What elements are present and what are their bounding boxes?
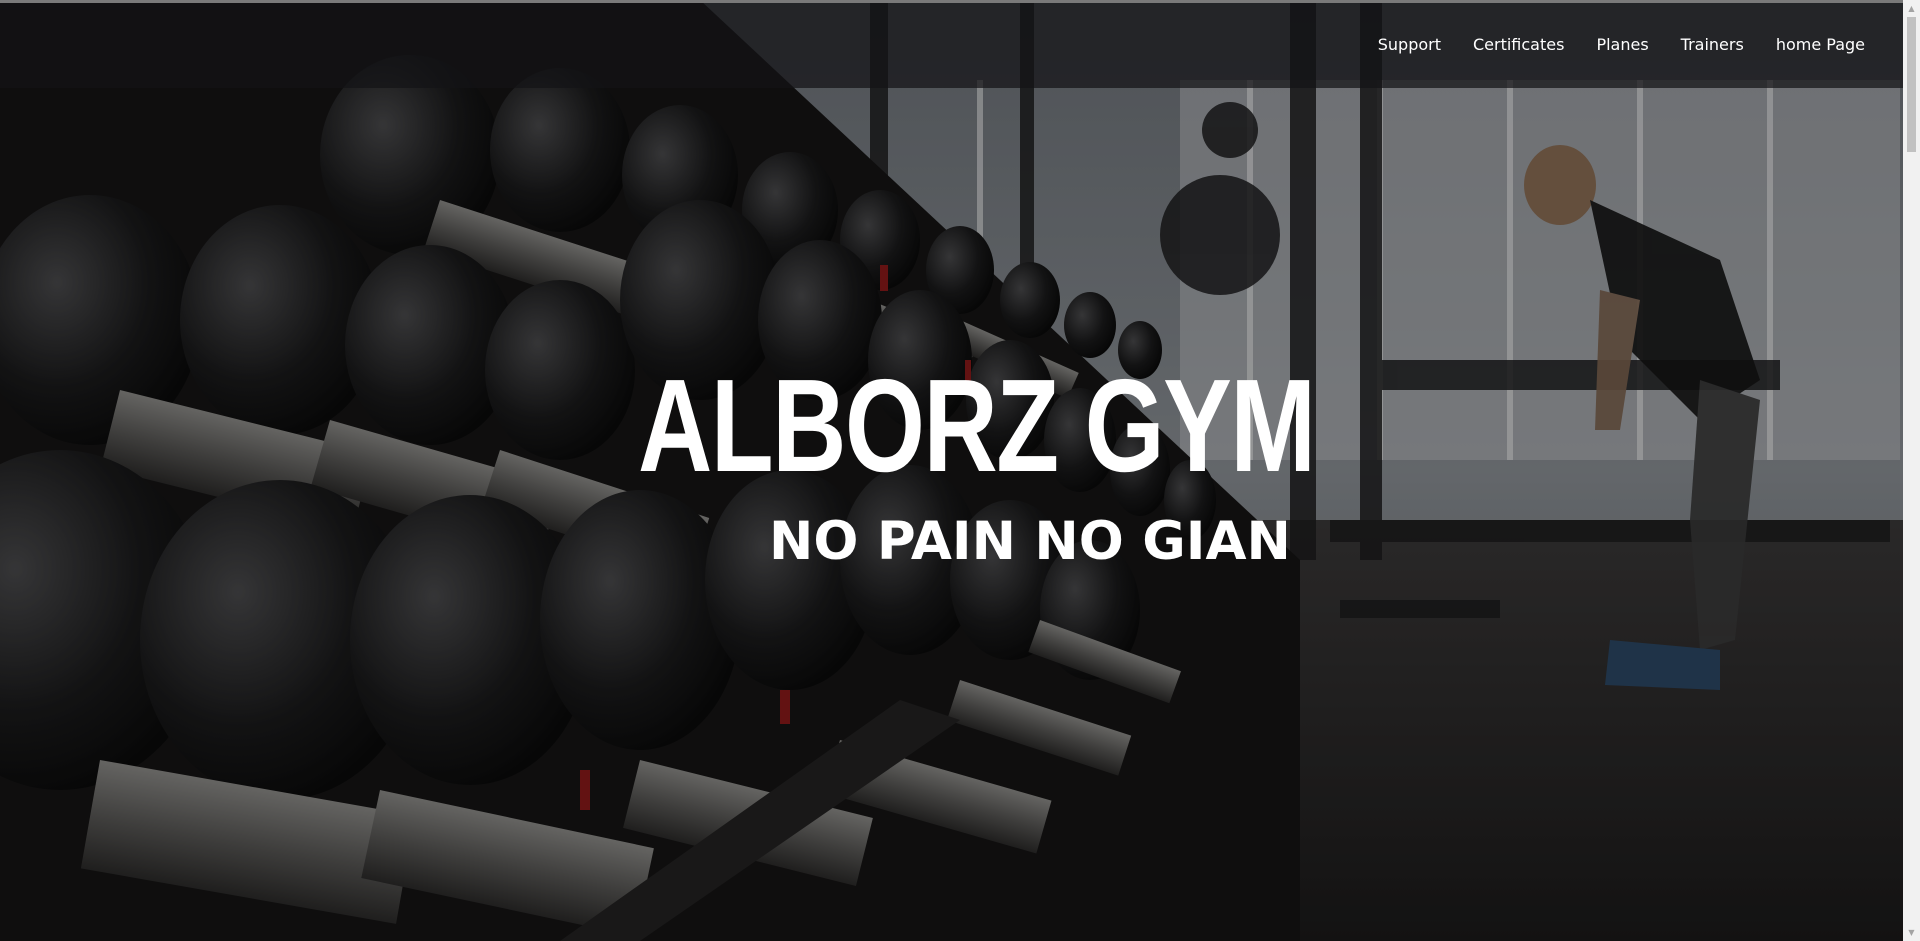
nav-link-trainers[interactable]: Trainers bbox=[1681, 35, 1744, 54]
nav-link-home-page[interactable]: home Page bbox=[1776, 35, 1865, 54]
navbar: Support Certificates Planes Trainers hom… bbox=[0, 2, 1903, 88]
nav-item-planes: Planes bbox=[1596, 35, 1648, 55]
nav-item-support: Support bbox=[1378, 35, 1441, 55]
triangle-down-icon[interactable]: ▼ bbox=[1903, 924, 1920, 941]
browser-top-border bbox=[0, 0, 1920, 3]
nav-item-certificates: Certificates bbox=[1473, 35, 1564, 55]
triangle-up-icon[interactable]: ▲ bbox=[1903, 0, 1920, 17]
slogan: NO PAIN NO GIAN bbox=[769, 511, 1291, 572]
nav-link-certificates[interactable]: Certificates bbox=[1473, 35, 1564, 54]
scrollbar-thumb[interactable] bbox=[1907, 17, 1916, 152]
nav-link-planes[interactable]: Planes bbox=[1596, 35, 1648, 54]
page: Support Certificates Planes Trainers hom… bbox=[0, 0, 1920, 941]
nav-menu: Support Certificates Planes Trainers hom… bbox=[1346, 35, 1865, 55]
nav-item-trainers: Trainers bbox=[1681, 35, 1744, 55]
nav-link-support[interactable]: Support bbox=[1378, 35, 1441, 54]
brand-title: ALBORZ GYM bbox=[638, 352, 1316, 499]
vertical-scrollbar[interactable]: ▲ ▼ bbox=[1903, 0, 1920, 941]
nav-item-home-page: home Page bbox=[1776, 35, 1865, 55]
